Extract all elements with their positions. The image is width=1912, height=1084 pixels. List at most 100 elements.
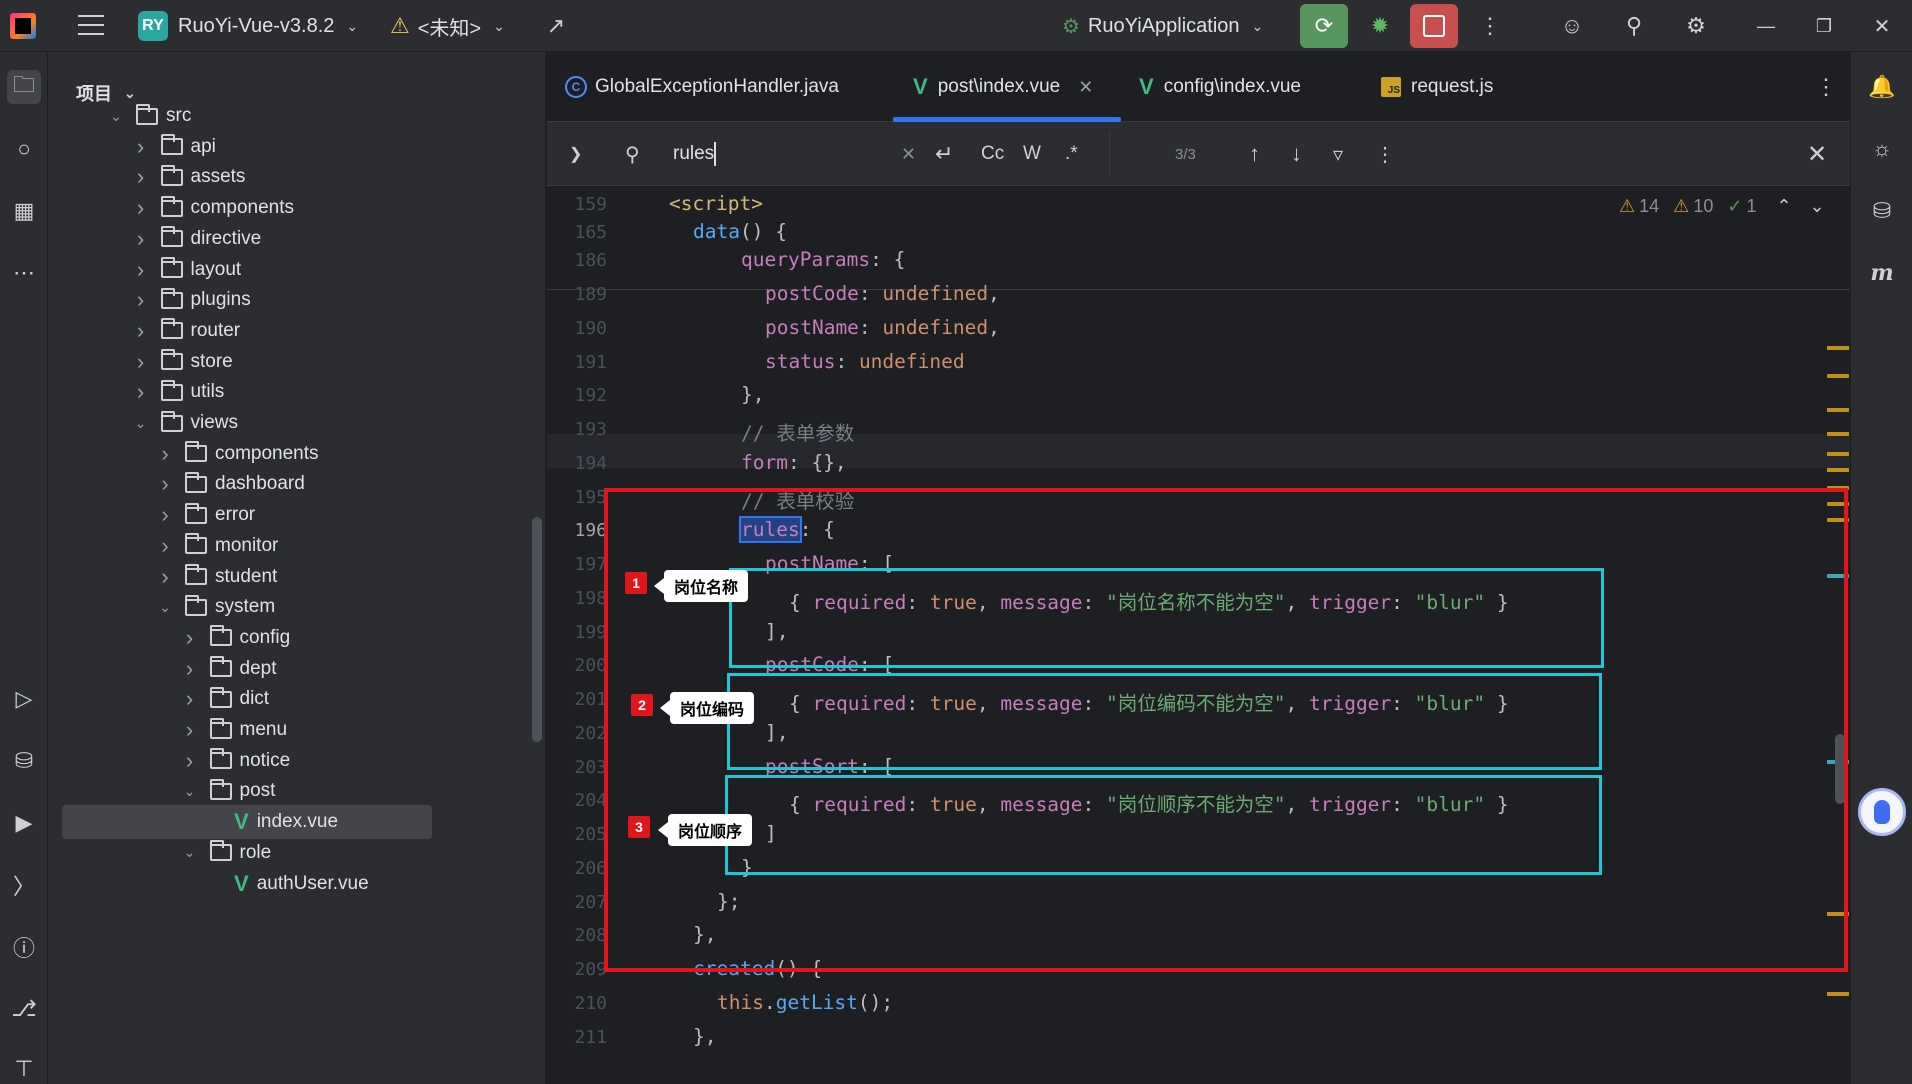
chevron-right-icon[interactable]: ›: [155, 471, 175, 497]
stripe-mark[interactable]: [1827, 374, 1849, 378]
chevron-right-icon[interactable]: ›: [155, 533, 175, 559]
stripe-mark[interactable]: [1827, 486, 1849, 490]
chevron-right-icon[interactable]: ›: [180, 748, 200, 774]
problems-icon[interactable]: ⓘ: [7, 930, 41, 964]
more-tools-icon[interactable]: ⋯: [7, 256, 41, 290]
chevron-right-icon[interactable]: ›: [131, 318, 151, 344]
git-icon[interactable]: ⎇: [7, 992, 41, 1026]
tree-item-monitor[interactable]: › monitor: [155, 529, 278, 563]
terminal-icon[interactable]: 〉: [7, 868, 41, 902]
ai-assistant-icon[interactable]: ☼: [1865, 132, 1899, 166]
chevron-down-icon[interactable]: ⌄: [155, 599, 175, 616]
tree-item-components[interactable]: › components: [131, 191, 294, 225]
settings-gear-icon[interactable]: ⚙: [1680, 10, 1712, 42]
inspection-widget[interactable]: ⚠ 14 ⚠ 10 ✓ 1 ⌃ ⌄: [1619, 186, 1825, 226]
next-occurrence-icon[interactable]: ↓: [1291, 122, 1302, 186]
restore-icon[interactable]: ❐: [1808, 10, 1840, 42]
tabs-more-icon[interactable]: ⋮: [1815, 52, 1837, 122]
new-line-icon[interactable]: ↵: [935, 122, 953, 186]
expand-replace-icon[interactable]: ❯: [569, 122, 582, 186]
tree-item-notice[interactable]: › notice: [180, 744, 290, 778]
chevron-down-icon[interactable]: ⌄: [180, 783, 200, 800]
run-config-selector[interactable]: ⚙ RuoYiApplication ⌄: [1062, 0, 1263, 52]
next-highlight-icon[interactable]: ⌄: [1810, 196, 1825, 217]
tree-item-router[interactable]: › router: [131, 314, 240, 348]
services-icon[interactable]: ▶: [7, 806, 41, 840]
tab-config-index-vue[interactable]: V config\index.vue: [1139, 52, 1301, 122]
tree-item-role[interactable]: ⌄ role: [180, 836, 271, 870]
tree-item-index-vue[interactable]: Vindex.vue: [62, 805, 432, 840]
tree-item-components[interactable]: › components: [155, 437, 318, 471]
tree-item-system[interactable]: ⌄ system: [155, 590, 275, 624]
chevron-down-icon[interactable]: ⌄: [106, 108, 126, 125]
more-actions-icon[interactable]: ⋮: [1474, 10, 1506, 42]
chevron-right-icon[interactable]: ›: [180, 686, 200, 712]
chevron-right-icon[interactable]: ›: [155, 441, 175, 467]
search-input[interactable]: rules: [673, 122, 717, 186]
match-case-toggle[interactable]: Cc: [981, 122, 1004, 186]
stripe-mark[interactable]: [1827, 408, 1849, 412]
more-search-options-icon[interactable]: ⋮: [1375, 122, 1395, 186]
stripe-mark[interactable]: [1827, 452, 1849, 456]
tree-item-config[interactable]: › config: [180, 621, 290, 655]
stripe-mark[interactable]: [1827, 346, 1849, 350]
stripe-mark[interactable]: [1827, 468, 1849, 472]
add-user-icon[interactable]: ☺: [1556, 10, 1588, 42]
search-everywhere-icon[interactable]: ⚲: [1618, 10, 1650, 42]
chevron-right-icon[interactable]: ›: [180, 656, 200, 682]
maven-icon[interactable]: m: [1865, 256, 1899, 290]
stripe-mark[interactable]: [1827, 912, 1849, 916]
tree-item-authuser-vue[interactable]: VauthUser.vue: [204, 867, 369, 901]
chevron-down-icon[interactable]: ⌄: [180, 844, 200, 861]
stripe-mark[interactable]: [1827, 502, 1849, 506]
tree-item-menu[interactable]: › menu: [180, 713, 287, 747]
close-find-bar-icon[interactable]: ✕: [1807, 122, 1827, 186]
chevron-right-icon[interactable]: ›: [131, 226, 151, 252]
chevron-right-icon[interactable]: ›: [131, 349, 151, 375]
chevron-right-icon[interactable]: ›: [131, 287, 151, 313]
chevron-right-icon[interactable]: ›: [155, 502, 175, 528]
stripe-mark[interactable]: [1827, 518, 1849, 522]
tree-item-directive[interactable]: › directive: [131, 222, 261, 256]
tree-item-error[interactable]: › error: [155, 498, 255, 532]
search-stripe-mark[interactable]: [1827, 574, 1849, 578]
tree-item-student[interactable]: › student: [155, 560, 277, 594]
tree-item-plugins[interactable]: › plugins: [131, 283, 251, 317]
chevron-right-icon[interactable]: ›: [180, 625, 200, 651]
editor-scrollbar[interactable]: [1835, 734, 1845, 804]
words-toggle[interactable]: W: [1023, 122, 1041, 186]
run-icon[interactable]: ▷: [7, 682, 41, 716]
tree-item-api[interactable]: › api: [131, 130, 216, 164]
rerun-button[interactable]: ⟳: [1300, 4, 1348, 48]
database-icon[interactable]: ⛁: [7, 744, 41, 778]
stripe-mark[interactable]: [1827, 992, 1849, 996]
debug-icon[interactable]: ✹: [1364, 10, 1396, 42]
database-icon[interactable]: ⛁: [1865, 194, 1899, 228]
previous-highlight-icon[interactable]: ⌃: [1776, 196, 1791, 217]
tab-globalexceptionhandler[interactable]: C GlobalExceptionHandler.java: [565, 52, 839, 122]
clear-search-icon[interactable]: ✕: [901, 122, 916, 186]
tree-item-dashboard[interactable]: › dashboard: [155, 467, 304, 501]
close-tab-icon[interactable]: ✕: [1078, 77, 1093, 98]
regex-toggle[interactable]: .*: [1065, 122, 1078, 186]
tree-item-post[interactable]: ⌄ post: [180, 774, 275, 808]
commit-icon[interactable]: ○: [7, 132, 41, 166]
project-selector[interactable]: RY RuoYi-Vue-v3.8.2 ⌄: [138, 0, 358, 52]
chevron-right-icon[interactable]: ›: [131, 195, 151, 221]
vcs-widget[interactable]: ⚠ <未知> ⌄: [390, 0, 505, 52]
tree-item-views[interactable]: ⌄ views: [131, 406, 238, 440]
chevron-right-icon[interactable]: ›: [131, 134, 151, 160]
notifications-bell-icon[interactable]: 🔔: [1865, 70, 1899, 104]
search-icon[interactable]: ⚲: [625, 122, 640, 186]
floating-assistant-button[interactable]: [1858, 788, 1906, 836]
structure-icon[interactable]: ▦: [7, 194, 41, 228]
tree-item-store[interactable]: › store: [131, 345, 233, 379]
previous-occurrence-icon[interactable]: ↑: [1249, 122, 1260, 186]
project-scrollbar[interactable]: [532, 517, 542, 742]
tree-item-assets[interactable]: › assets: [131, 160, 246, 194]
tree-item-src[interactable]: ⌄ src: [106, 99, 191, 133]
tree-item-dict[interactable]: › dict: [180, 682, 269, 716]
stripe-mark[interactable]: [1827, 432, 1849, 436]
tab-request-js[interactable]: JS request.js: [1381, 52, 1493, 122]
build-icon[interactable]: ⊤: [7, 1052, 41, 1084]
